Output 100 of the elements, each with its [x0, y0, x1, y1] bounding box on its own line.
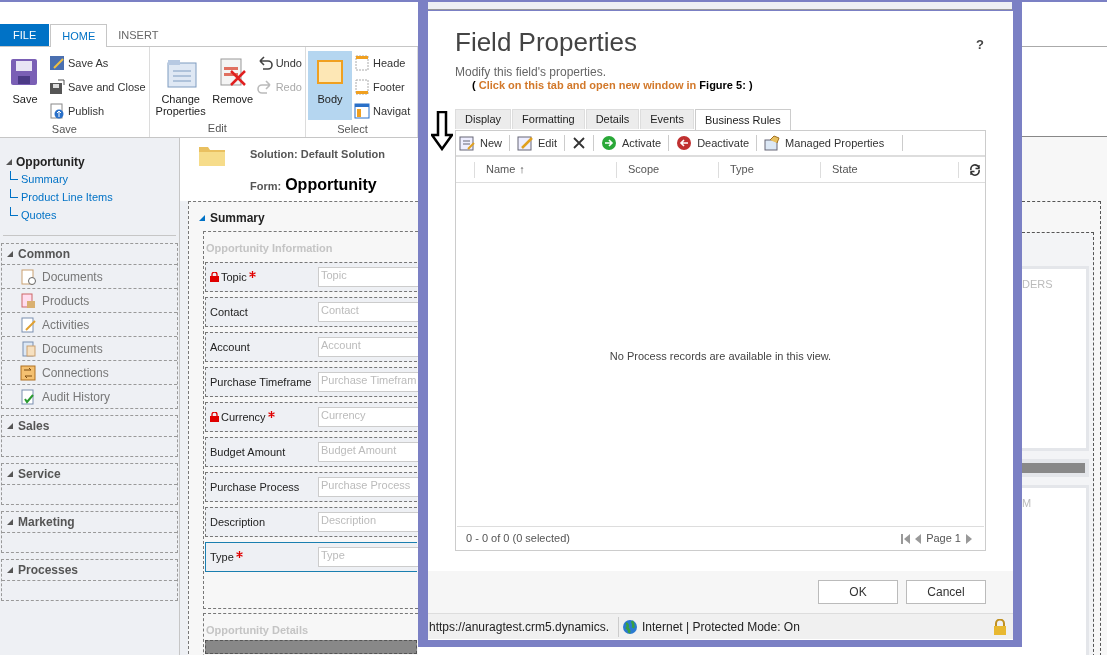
- dialog-title: Field Properties: [455, 26, 638, 59]
- panel-title: DERS: [1022, 278, 1053, 290]
- tree-line: [10, 170, 18, 180]
- column-header[interactable]: Name ↑: [486, 161, 525, 178]
- field-label: Account: [210, 339, 250, 355]
- activate-icon: [601, 135, 617, 151]
- input-field[interactable]: Topic: [318, 267, 418, 287]
- delete-icon: [573, 137, 585, 149]
- field-row[interactable]: Currency Currency: [205, 402, 417, 432]
- checked-document-icon: [20, 388, 36, 405]
- input-field[interactable]: Budget Amount: [318, 442, 418, 462]
- field-label: Type: [210, 549, 234, 565]
- page-number: Page 1: [926, 531, 961, 547]
- input-field[interactable]: Description: [318, 512, 418, 532]
- nav-group-title: Common: [18, 246, 70, 263]
- nav-link[interactable]: Quotes: [21, 206, 57, 224]
- input-field[interactable]: Contact: [318, 302, 418, 322]
- ribbon-button[interactable]: Remove: [210, 51, 255, 120]
- deactivate-icon: [676, 135, 693, 151]
- ribbon-button[interactable]: Body: [307, 51, 352, 120]
- ribbon-tab[interactable]: INSERT: [107, 24, 170, 46]
- ribbon-tab[interactable]: HOME: [50, 24, 108, 47]
- toolbar-button[interactable]: New: [457, 134, 504, 152]
- nav-item[interactable]: Audit History: [42, 387, 111, 406]
- input-field[interactable]: Type: [318, 547, 418, 567]
- input-field[interactable]: Purchase Process: [318, 477, 418, 497]
- panel-title: M: [1022, 497, 1032, 510]
- undo-icon: [256, 55, 273, 71]
- field-row[interactable]: Description Description: [205, 507, 417, 537]
- nav-item[interactable]: Activities: [42, 315, 90, 334]
- field-label: Description: [210, 514, 266, 530]
- file-tab[interactable]: FILE: [0, 24, 50, 46]
- nav-item[interactable]: Documents: [42, 339, 103, 358]
- field-label: Purchase Timeframe: [210, 374, 312, 390]
- input-field[interactable]: Purchase Timefram: [318, 372, 418, 392]
- input-field[interactable]: Currency: [318, 407, 418, 427]
- header-icon: [353, 55, 370, 71]
- toolbar-button[interactable]: Deactivate: [674, 134, 752, 152]
- tab[interactable]: Events: [640, 109, 694, 129]
- field-row[interactable]: Budget Amount Budget Amount: [205, 437, 417, 467]
- nav-item[interactable]: Products: [42, 291, 90, 310]
- nav-item[interactable]: Connections: [42, 363, 109, 382]
- field-row[interactable]: Topic Topic: [205, 262, 417, 292]
- column-header[interactable]: Type: [730, 161, 754, 178]
- managed-properties-icon: [764, 135, 781, 151]
- down-arrow-icon: [431, 111, 453, 151]
- tree-line: [10, 188, 18, 198]
- ribbon-button[interactable]: Heade: [353, 53, 411, 73]
- field-row[interactable]: Purchase Timeframe Purchase Timefram: [205, 367, 417, 397]
- nav-item[interactable]: Documents: [42, 267, 103, 286]
- group-label: Select: [336, 122, 369, 137]
- help-button[interactable]: ?: [976, 35, 984, 55]
- empty-message: No Process records are available in this view.: [609, 348, 832, 364]
- solution-label: Solution: Default Solution: [250, 147, 386, 162]
- ribbon-button[interactable]: Change Properties: [152, 51, 209, 120]
- group-label: Edit: [206, 121, 228, 136]
- ribbon-button[interactable]: Save and Close: [49, 77, 146, 97]
- ribbon-button[interactable]: Undo: [256, 53, 302, 73]
- globe-icon: [622, 618, 638, 635]
- toolbar-button[interactable]: Edit: [515, 134, 559, 152]
- tab[interactable]: Display: [455, 109, 512, 129]
- tab[interactable]: Formatting: [512, 109, 585, 129]
- dialog-button[interactable]: Cancel: [906, 580, 986, 604]
- field-row[interactable]: Account Account: [205, 332, 417, 362]
- ribbon-button[interactable]: Save As: [49, 53, 146, 73]
- nav-link[interactable]: Product Line Items: [21, 188, 113, 206]
- group-label: Save: [50, 122, 78, 137]
- column-header[interactable]: State: [832, 161, 858, 178]
- refresh-icon: [969, 163, 981, 176]
- edit-icon: [517, 135, 533, 151]
- field-row[interactable]: Type Type: [205, 542, 417, 572]
- nav-link[interactable]: Summary: [21, 170, 69, 188]
- toolbar-button[interactable]: Managed Properties: [762, 134, 887, 152]
- toolbar-button[interactable]: Activate: [599, 134, 664, 152]
- previous-page-icon: [915, 533, 922, 544]
- nav-group-title: Processes: [18, 562, 79, 579]
- field-label: Contact: [210, 304, 248, 320]
- ribbon-button[interactable]: Save: [3, 51, 47, 120]
- field-row[interactable]: Purchase Process Purchase Process: [205, 472, 417, 502]
- document-clock-icon: [20, 268, 36, 285]
- ribbon-button[interactable]: Navigat: [353, 101, 411, 121]
- form-label: Form:: [250, 178, 282, 194]
- tree-line: [10, 206, 18, 216]
- products-icon: [20, 292, 36, 309]
- field-row[interactable]: Contact Contact: [205, 297, 417, 327]
- section-bar: [1022, 458, 1089, 478]
- field-label: Purchase Process: [210, 479, 300, 495]
- ribbon-button[interactable]: Publish: [49, 101, 146, 121]
- ribbon-button[interactable]: Footer: [353, 77, 411, 97]
- column-header[interactable]: Scope: [628, 161, 660, 178]
- first-page-icon: [901, 533, 911, 544]
- nav-group-title: Service: [18, 466, 61, 483]
- field-label: Budget Amount: [210, 444, 286, 460]
- tab[interactable]: Business Rules: [694, 109, 791, 130]
- dialog-button[interactable]: OK: [818, 580, 898, 604]
- lock-icon: [993, 618, 1007, 635]
- tab[interactable]: Details: [585, 109, 640, 129]
- nav-group-title: Sales: [18, 418, 50, 435]
- form-icon: [164, 57, 197, 89]
- input-field[interactable]: Account: [318, 337, 418, 357]
